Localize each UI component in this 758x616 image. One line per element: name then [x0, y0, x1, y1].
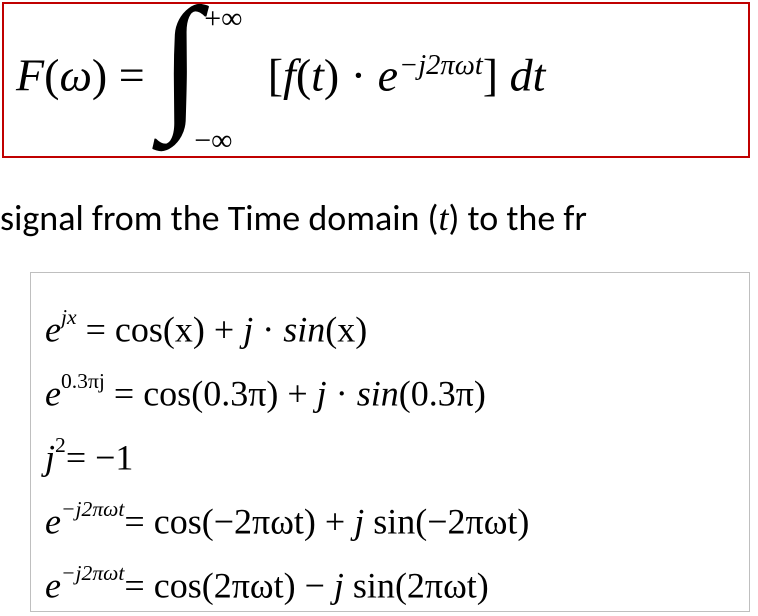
- fourier-transform-formula: F(ω) = ∫ +∞ −∞ [f(t) · e−j2πωt] dt: [16, 10, 545, 150]
- sin: sin: [344, 565, 395, 605]
- sym-e: e: [45, 309, 61, 349]
- euler-identities-box: ejx = cos(x) + j · sin(x) e0.3πj = cos(0…: [30, 272, 750, 612]
- body-text-line: signal from the Time domain (t) to the f…: [0, 196, 587, 240]
- equals-neg1: = −1: [66, 437, 134, 477]
- paren-close-2: ): [324, 50, 339, 101]
- euler-identity-3: e−j2πωt= cos(−2πωt) + j sin(−2πωt): [45, 477, 735, 541]
- cos: cos: [154, 501, 202, 541]
- dot: ·: [327, 373, 357, 413]
- exp-jx: jx: [61, 305, 77, 329]
- sym-e: e: [45, 565, 61, 605]
- arg: (−2πωt): [202, 501, 316, 541]
- dot-op: ·: [339, 50, 377, 101]
- sin: sin: [364, 501, 415, 541]
- equals: =: [124, 501, 153, 541]
- sym-d: d: [510, 50, 533, 101]
- sym-e: e: [45, 501, 61, 541]
- sym-j: j: [317, 373, 327, 413]
- minus: −: [296, 565, 334, 605]
- integral-upper-limit: +∞: [204, 4, 242, 34]
- fourier-transform-box: F(ω) = ∫ +∞ −∞ [f(t) · e−j2πωt] dt: [2, 2, 750, 158]
- arg: (0.3π): [191, 373, 278, 413]
- sym-e: e: [45, 373, 61, 413]
- sin: sin: [357, 373, 399, 413]
- equals: =: [124, 565, 153, 605]
- bracket-close: ]: [483, 50, 498, 101]
- paren-close: ): [92, 50, 107, 101]
- sin: sin: [283, 309, 325, 349]
- sym-j: j: [334, 565, 344, 605]
- arg2: (−2πωt): [415, 501, 529, 541]
- dot: ·: [253, 309, 283, 349]
- exp-2: 2: [55, 433, 66, 457]
- cos: cos: [115, 309, 163, 349]
- exp-neg: −j2πωt: [61, 497, 124, 521]
- equals: =: [105, 373, 143, 413]
- sym-j: j: [354, 501, 364, 541]
- integral: ∫ +∞ −∞: [160, 10, 250, 150]
- euler-identity-4: e−j2πωt= cos(2πωt) − j sin(2πωt): [45, 541, 735, 605]
- sym-f: f: [283, 50, 296, 101]
- integral-sign-icon: ∫: [160, 0, 201, 136]
- space: [498, 50, 510, 101]
- page: F(ω) = ∫ +∞ −∞ [f(t) · e−j2πωt] dt signa…: [0, 0, 758, 616]
- sym-j: j: [45, 437, 55, 477]
- sym-F: F: [16, 50, 44, 101]
- integral-lower-limit: −∞: [194, 126, 232, 156]
- equals: =: [107, 50, 156, 101]
- plus: +: [205, 309, 243, 349]
- plus: +: [278, 373, 316, 413]
- bracket-open: [: [268, 50, 283, 101]
- arg: (2πωt): [202, 565, 296, 605]
- paren-open: (: [44, 50, 59, 101]
- sym-e: e: [378, 50, 398, 101]
- exp-03pij: 0.3πj: [61, 369, 105, 393]
- paren-open-2: (: [296, 50, 311, 101]
- arg2: (2πωt): [395, 565, 489, 605]
- arg2: (0.3π): [399, 373, 486, 413]
- sym-t: t: [311, 50, 324, 101]
- exp-neg2: −j2πωt: [61, 561, 124, 585]
- equals: =: [77, 309, 115, 349]
- arg: (x): [163, 309, 205, 349]
- sym-j: j: [243, 309, 253, 349]
- sym-omega: ω: [59, 50, 91, 101]
- j-squared-identity: j2= −1: [45, 413, 735, 477]
- euler-identity-1: ejx = cos(x) + j · sin(x): [45, 285, 735, 349]
- cos: cos: [143, 373, 191, 413]
- body-post: ) to the fr: [448, 196, 586, 240]
- euler-identity-2: e0.3πj = cos(0.3π) + j · sin(0.3π): [45, 349, 735, 413]
- arg2: (x): [325, 309, 367, 349]
- plus: +: [316, 501, 354, 541]
- body-t: t: [438, 198, 448, 238]
- sym-t2: t: [533, 50, 546, 101]
- cos: cos: [154, 565, 202, 605]
- exponent: −j2πωt: [399, 50, 483, 81]
- body-pre: signal from the Time domain (: [0, 196, 438, 240]
